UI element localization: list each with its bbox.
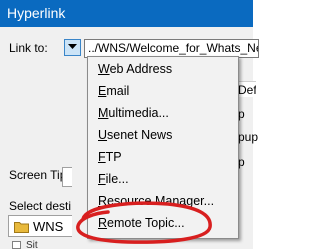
menu-item-label: FTP bbox=[98, 150, 122, 164]
menu-item-label: Remote Topic... bbox=[98, 216, 185, 230]
menu-item-remote-topic[interactable]: Remote Topic... bbox=[88, 213, 238, 234]
dialog-title: Hyperlink bbox=[7, 5, 66, 21]
tree-expander-icon[interactable] bbox=[12, 241, 21, 249]
menu-item-label: Multimedia... bbox=[98, 106, 169, 120]
background-fragment: pup bbox=[238, 130, 259, 144]
tree-item-label: Sit bbox=[26, 240, 38, 249]
background-fragment: p bbox=[238, 107, 245, 121]
link-type-menu: Web Address Email Multimedia... Usenet N… bbox=[87, 56, 239, 239]
menu-item-resource-manager[interactable]: Resource Manager... bbox=[88, 191, 238, 212]
screen-tip-label: Screen Tip bbox=[9, 168, 67, 182]
menu-item-label: Resource Manager... bbox=[98, 194, 215, 208]
screen-tip-input[interactable] bbox=[62, 167, 72, 187]
menu-item-multimedia[interactable]: Multimedia... bbox=[88, 103, 238, 124]
folder-icon bbox=[14, 222, 29, 233]
menu-item-label: Email bbox=[98, 84, 130, 98]
menu-item-usenet-news[interactable]: Usenet News bbox=[88, 125, 238, 146]
menu-item-ftp[interactable]: FTP bbox=[88, 147, 238, 168]
menu-item-email[interactable]: Email bbox=[88, 81, 238, 102]
chevron-down-icon bbox=[68, 44, 77, 49]
background-fragment: p bbox=[238, 155, 245, 169]
link-type-dropdown-button[interactable] bbox=[64, 39, 81, 56]
select-destination-label: Select desti bbox=[9, 199, 72, 213]
menu-item-label: Usenet News bbox=[98, 128, 173, 142]
tree-item-wns[interactable]: WNS bbox=[8, 215, 72, 237]
menu-item-web-address[interactable]: Web Address bbox=[88, 59, 238, 80]
background-fragment: Defa bbox=[236, 81, 256, 97]
menu-item-label: File... bbox=[98, 172, 129, 186]
menu-item-file[interactable]: File... bbox=[88, 169, 238, 190]
menu-item-label: Web Address bbox=[98, 62, 173, 76]
dialog-title-bar[interactable]: Hyperlink bbox=[0, 0, 253, 27]
tree-item-label: WNS bbox=[33, 219, 64, 234]
link-to-label: Link to: bbox=[9, 41, 48, 55]
